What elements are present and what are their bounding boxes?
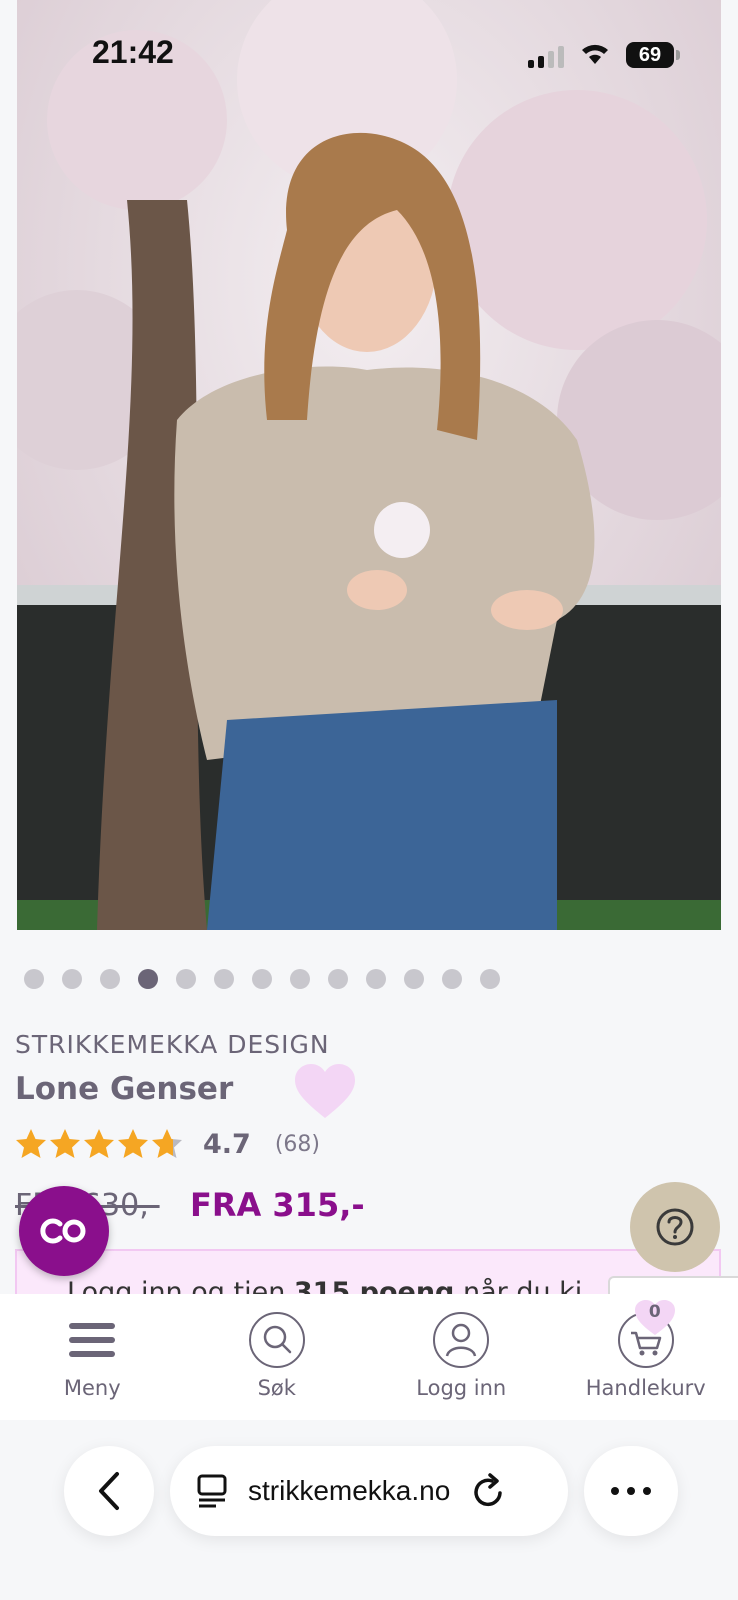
browser-toolbar: strikkemekka.no bbox=[0, 1420, 738, 1600]
star-rating bbox=[15, 1128, 183, 1160]
carousel-dot[interactable] bbox=[214, 969, 234, 989]
ellipsis-icon bbox=[611, 1487, 651, 1495]
cellular-signal-icon bbox=[528, 46, 564, 68]
wifi-icon bbox=[582, 44, 608, 64]
carousel-dot[interactable] bbox=[366, 969, 386, 989]
carousel-indicator[interactable] bbox=[24, 969, 500, 989]
carousel-dot[interactable] bbox=[290, 969, 310, 989]
address-bar[interactable]: strikkemekka.no bbox=[170, 1446, 568, 1536]
star-icon bbox=[50, 1129, 80, 1158]
battery-icon: 69 bbox=[626, 42, 680, 68]
product-rating[interactable]: 4.7 (68) bbox=[15, 1128, 320, 1160]
carousel-dot[interactable] bbox=[442, 969, 462, 989]
nav-menu[interactable]: Meny bbox=[0, 1294, 185, 1420]
star-icon bbox=[16, 1129, 46, 1158]
product-brand[interactable]: STRIKKEMEKKA DESIGN bbox=[15, 1030, 330, 1059]
nav-cart-label: Handlekurv bbox=[585, 1376, 706, 1400]
nav-search-label: Søk bbox=[257, 1376, 296, 1400]
nav-login[interactable]: Logg inn bbox=[369, 1294, 554, 1420]
sale-price: FRA 315,- bbox=[190, 1186, 365, 1224]
bottom-navigation: Meny Søk Logg inn 0 Handlekurv bbox=[0, 1294, 738, 1420]
nav-menu-label: Meny bbox=[63, 1376, 121, 1400]
nav-search[interactable]: Søk bbox=[185, 1294, 370, 1420]
product-image[interactable] bbox=[17, 0, 721, 930]
user-icon bbox=[432, 1310, 490, 1370]
star-icon bbox=[118, 1129, 148, 1158]
carousel-dot[interactable] bbox=[328, 969, 348, 989]
nav-cart[interactable]: 0 Handlekurv bbox=[554, 1294, 738, 1420]
carousel-dot[interactable] bbox=[252, 969, 272, 989]
carousel-dot[interactable] bbox=[62, 969, 82, 989]
wishlist-heart-icon[interactable] bbox=[295, 1064, 355, 1120]
nav-login-label: Logg inn bbox=[416, 1376, 507, 1400]
product-title: Lone Genser bbox=[15, 1071, 234, 1107]
status-bar: 21:42 69 bbox=[0, 0, 738, 110]
search-icon bbox=[248, 1310, 306, 1370]
carousel-dot[interactable] bbox=[24, 969, 44, 989]
carousel-dot[interactable] bbox=[138, 969, 158, 989]
star-icon bbox=[152, 1129, 182, 1158]
carousel-dot[interactable] bbox=[404, 969, 424, 989]
co-logo-icon bbox=[40, 1218, 86, 1244]
cart-count-badge: 0 bbox=[634, 1300, 675, 1336]
more-options-button[interactable] bbox=[584, 1446, 678, 1536]
star-icon bbox=[84, 1129, 114, 1158]
chevron-left-icon bbox=[99, 1472, 119, 1510]
carousel-dot[interactable] bbox=[480, 969, 500, 989]
corner-tab bbox=[608, 1276, 738, 1296]
url-text: strikkemekka.no bbox=[248, 1475, 451, 1506]
review-count: (68) bbox=[274, 1131, 321, 1157]
help-button[interactable] bbox=[630, 1182, 720, 1272]
question-mark-icon bbox=[656, 1208, 694, 1246]
clock: 21:42 bbox=[92, 34, 174, 70]
hamburger-menu-icon bbox=[69, 1310, 116, 1370]
carousel-dot[interactable] bbox=[100, 969, 120, 989]
page-menu-icon bbox=[197, 1474, 227, 1508]
loyalty-widget-button[interactable] bbox=[19, 1186, 109, 1276]
shopping-cart-icon: 0 bbox=[617, 1300, 675, 1370]
carousel-dot[interactable] bbox=[176, 969, 196, 989]
rating-score: 4.7 bbox=[203, 1128, 251, 1160]
back-button[interactable] bbox=[64, 1446, 154, 1536]
reload-icon[interactable] bbox=[472, 1473, 506, 1509]
